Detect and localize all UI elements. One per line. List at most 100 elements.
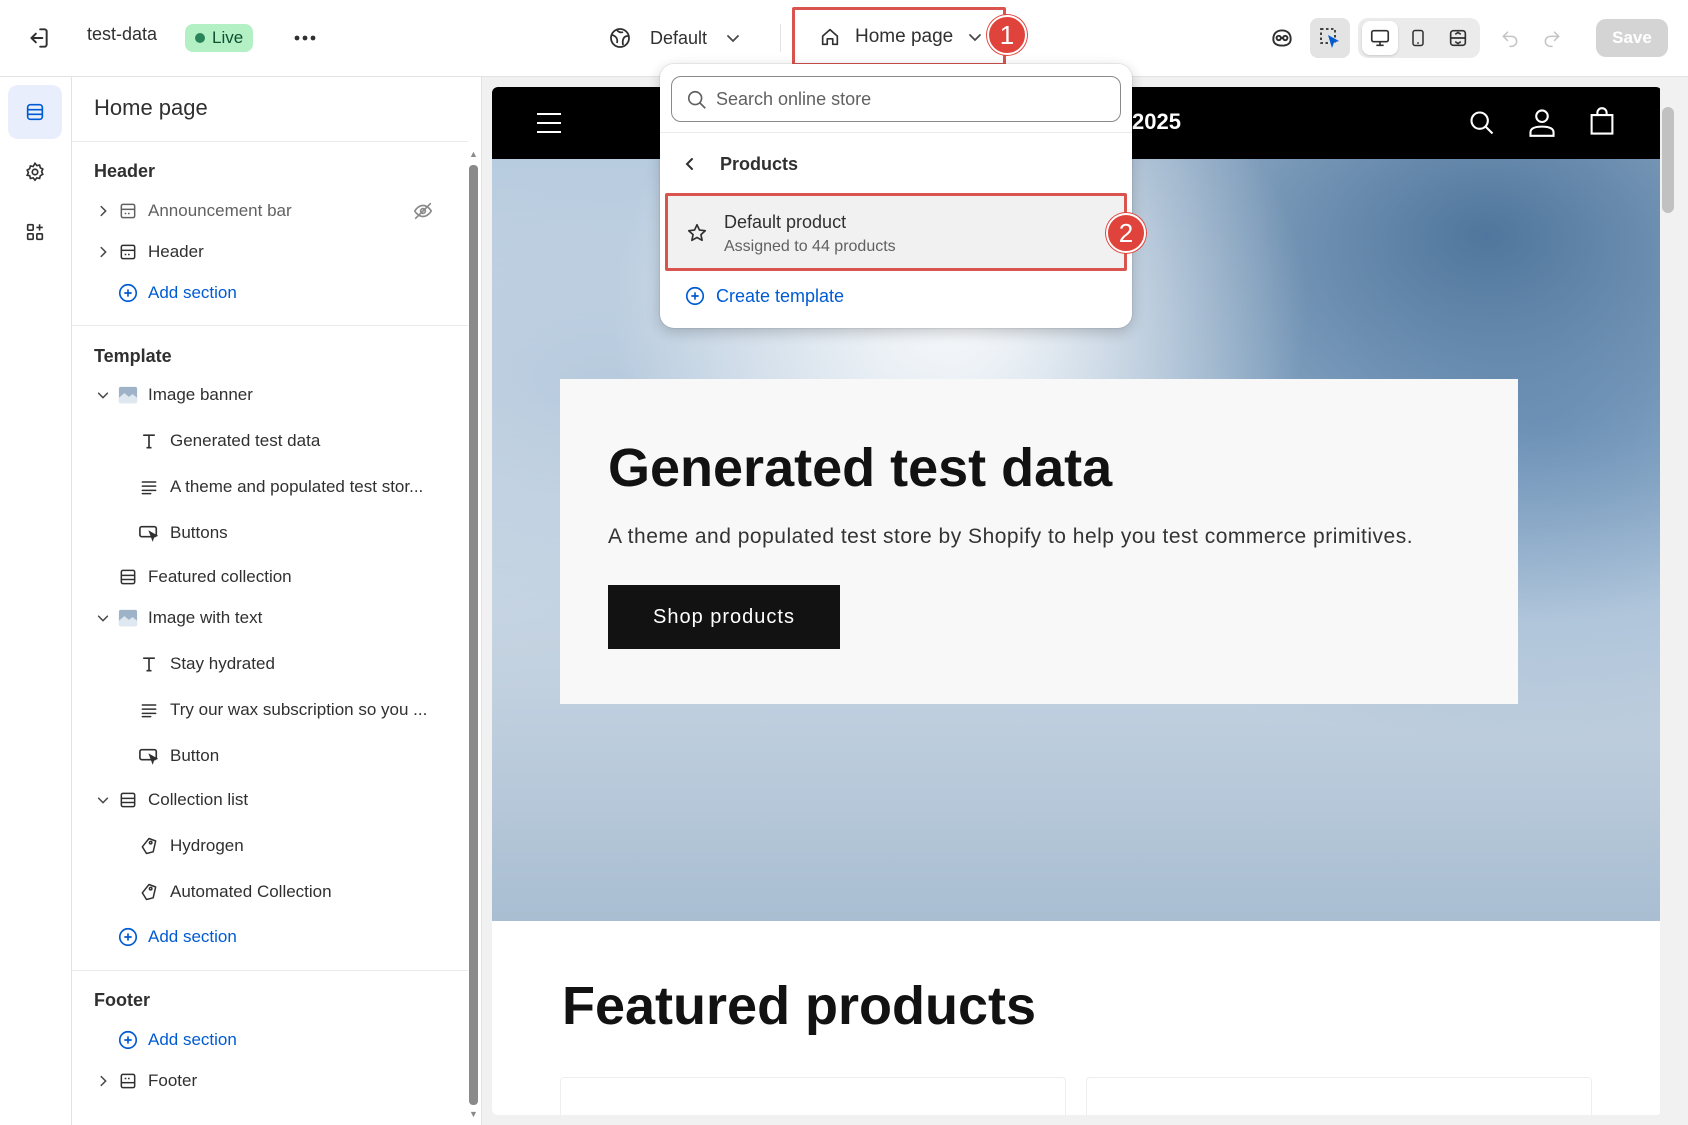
- product-card[interactable]: [1086, 1077, 1592, 1115]
- globe-icon: [610, 28, 630, 48]
- save-button[interactable]: Save: [1596, 19, 1668, 57]
- block-row-label: A theme and populated test stor...: [170, 477, 424, 496]
- section-row-announcement-bar[interactable]: Announcement bar: [72, 193, 462, 229]
- inspector-button[interactable]: [1262, 18, 1302, 58]
- live-status-badge: Live: [185, 24, 254, 52]
- preview-scroll-thumb[interactable]: [1662, 107, 1674, 213]
- page-selector-label: Home page: [855, 25, 954, 47]
- home-icon: [821, 28, 839, 45]
- rail-sections-button[interactable]: [8, 85, 62, 139]
- chevron-left-icon: [685, 158, 693, 170]
- sidebar-divider: [72, 141, 468, 142]
- store-name: test-data: [87, 24, 158, 44]
- mobile-icon: [1412, 29, 1424, 47]
- text-icon: [138, 653, 160, 675]
- inspector-icon: [1272, 29, 1292, 47]
- sidebar-scroll-thumb[interactable]: [469, 165, 478, 1105]
- chevron-down-icon[interactable]: [94, 386, 112, 404]
- section-icon: [117, 241, 139, 263]
- default-product-template-option[interactable]: Default product Assigned to 44 products: [665, 193, 1127, 271]
- rail-theme-settings-button[interactable]: [8, 145, 62, 199]
- section-row-footer[interactable]: Footer: [72, 1063, 462, 1099]
- gear-icon: [26, 161, 44, 182]
- block-row-button[interactable]: Button: [72, 738, 462, 774]
- fullscreen-button[interactable]: [1440, 21, 1476, 55]
- chevron-right-icon[interactable]: [94, 243, 112, 261]
- redo-icon: [1544, 31, 1560, 48]
- block-row-paragraph[interactable]: A theme and populated test stor...: [72, 469, 462, 505]
- block-row-label: Automated Collection: [170, 882, 332, 901]
- shop-products-button[interactable]: Shop products: [608, 585, 840, 649]
- block-row-collection[interactable]: Automated Collection: [72, 874, 462, 910]
- product-card[interactable]: [560, 1077, 1066, 1115]
- more-actions-button[interactable]: [288, 22, 322, 54]
- add-section-button-footer[interactable]: Add section: [72, 1022, 462, 1058]
- section-row-featured-collection[interactable]: Featured collection: [72, 559, 462, 595]
- collection-icon: [138, 835, 160, 857]
- section-row-label: Announcement bar: [148, 201, 292, 220]
- exit-editor-button[interactable]: [20, 20, 56, 56]
- block-row-heading[interactable]: Generated test data: [72, 423, 462, 459]
- cart-icon[interactable]: [1588, 107, 1616, 137]
- text-icon: [138, 430, 160, 452]
- search-online-store-input[interactable]: Search online store: [671, 76, 1121, 122]
- section-icon: [117, 200, 139, 222]
- scroll-down-arrow-icon[interactable]: ▼: [469, 1109, 478, 1119]
- plus-circle-icon: [117, 282, 139, 304]
- hero-heading: Generated test data: [608, 438, 1113, 498]
- page-selector[interactable]: Home page: [792, 7, 1006, 66]
- section-row-image-with-text[interactable]: Image with text: [72, 600, 462, 636]
- live-dot-icon: [195, 33, 205, 43]
- block-row-collection[interactable]: Hydrogen: [72, 828, 462, 864]
- section-row-label: Image banner: [148, 385, 253, 404]
- template-option-subtitle: Assigned to 44 products: [724, 238, 896, 255]
- theme-selector[interactable]: Default: [608, 20, 741, 56]
- page-selector-dropdown: Search online store Products Default pro…: [660, 64, 1132, 328]
- chevron-right-icon[interactable]: [94, 202, 112, 220]
- add-section-button-template[interactable]: Add section: [72, 919, 462, 955]
- sections-icon: [26, 103, 44, 121]
- section-icon: [117, 789, 139, 811]
- chevron-right-icon[interactable]: [94, 1072, 112, 1090]
- image-icon: [117, 607, 139, 629]
- block-row-label: Stay hydrated: [170, 654, 275, 673]
- back-to-products-button[interactable]: Products: [682, 142, 798, 186]
- eye-off-icon[interactable]: [412, 200, 434, 222]
- featured-products-heading: Featured products: [562, 976, 1037, 1036]
- topbar-divider: [780, 24, 781, 52]
- create-template-label: Create template: [716, 285, 845, 306]
- chevron-down-icon[interactable]: [94, 609, 112, 627]
- redo-button[interactable]: [1532, 18, 1572, 58]
- image-icon: [117, 384, 139, 406]
- preview-scrollbar[interactable]: [1660, 87, 1676, 1115]
- select-tool-button[interactable]: [1310, 18, 1350, 58]
- sidebar-scrollbar[interactable]: ▲ ▼: [466, 147, 480, 1125]
- section-row-image-banner[interactable]: Image banner: [72, 377, 462, 413]
- hamburger-menu-icon[interactable]: [536, 111, 562, 135]
- add-section-button-header[interactable]: Add section: [72, 275, 462, 311]
- section-row-collection-list[interactable]: Collection list: [72, 782, 462, 818]
- undo-button[interactable]: [1490, 18, 1530, 58]
- button-icon: [138, 745, 160, 767]
- account-icon[interactable]: [1528, 107, 1556, 137]
- mobile-view-button[interactable]: [1400, 21, 1436, 55]
- desktop-view-button[interactable]: [1362, 21, 1398, 55]
- section-row-header[interactable]: Header: [72, 234, 462, 270]
- create-template-button[interactable]: Create template: [684, 278, 844, 314]
- store-title[interactable]: 2025: [1132, 109, 1181, 135]
- search-icon: [687, 90, 706, 109]
- section-row-label: Image with text: [148, 608, 263, 627]
- desktop-icon: [1370, 29, 1390, 47]
- block-row-heading[interactable]: Stay hydrated: [72, 646, 462, 682]
- rail-apps-button[interactable]: [8, 205, 62, 259]
- block-row-buttons[interactable]: Buttons: [72, 515, 462, 551]
- add-section-label: Add section: [148, 283, 237, 302]
- block-row-label: Buttons: [170, 523, 228, 542]
- block-row-label: Try our wax subscription so you ...: [170, 700, 428, 719]
- sections-sidebar: Home page Header Announcement bar Header…: [72, 77, 482, 1125]
- search-icon[interactable]: [1468, 109, 1496, 137]
- chevron-down-icon[interactable]: [94, 791, 112, 809]
- scroll-up-arrow-icon[interactable]: ▲: [469, 149, 478, 159]
- live-badge-label: Live: [212, 28, 244, 47]
- block-row-paragraph[interactable]: Try our wax subscription so you ...: [72, 692, 462, 728]
